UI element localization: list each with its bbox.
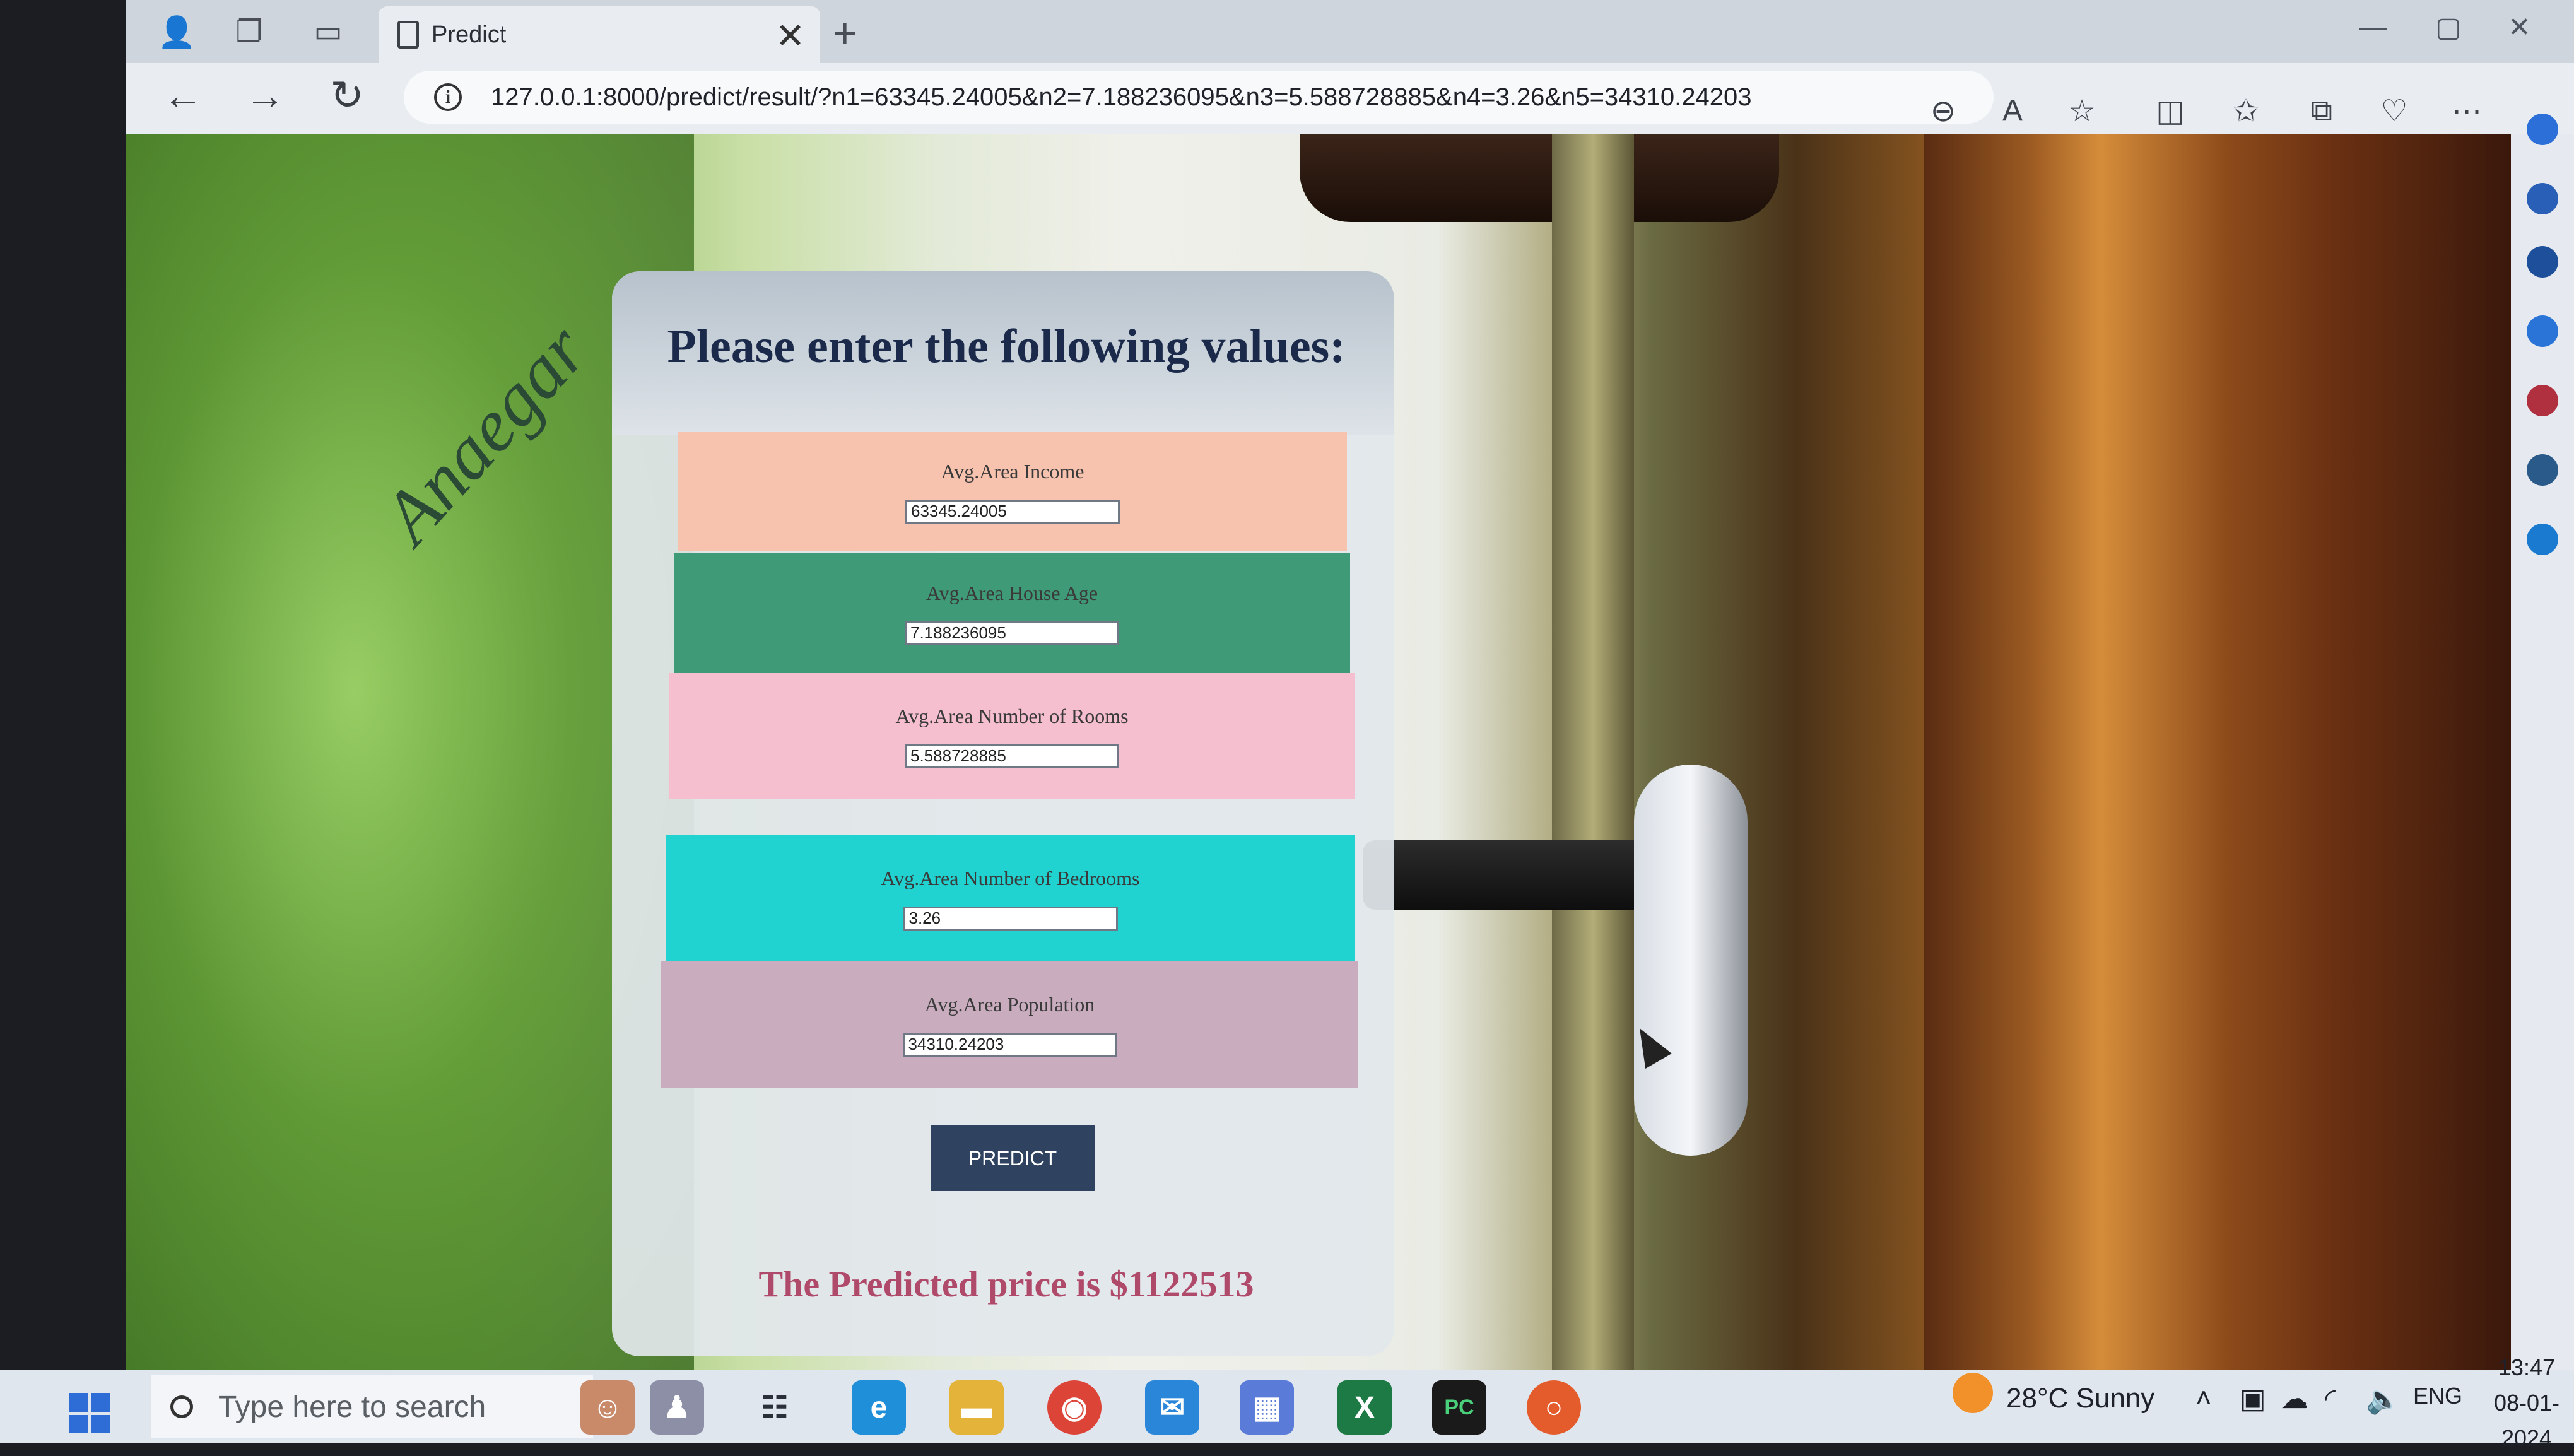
field-label: Avg.Area House Age <box>926 581 1098 604</box>
widget-icon[interactable]: ♟ <box>650 1380 704 1435</box>
store-icon[interactable]: ▦ <box>1240 1380 1294 1435</box>
weather-sun-icon[interactable] <box>1953 1373 1993 1413</box>
task-view-icon[interactable]: ☷ <box>748 1380 802 1435</box>
clock-date: 08-01-2024 <box>2493 1390 2560 1451</box>
field-band: Avg.Area Number of Bedrooms <box>666 835 1355 961</box>
forward-icon[interactable]: → <box>237 67 293 124</box>
outlook-icon[interactable] <box>2527 524 2558 555</box>
background-door-frame <box>1552 134 1634 1370</box>
browser-essentials-icon[interactable]: ♡ <box>2375 93 2413 129</box>
page-viewport: Please enter the following values: Anaeg… <box>126 134 2511 1370</box>
field-label: Avg.Area Population <box>924 992 1095 1016</box>
pycharm-icon[interactable]: PC <box>1432 1380 1486 1435</box>
sidebar-search-icon[interactable] <box>2527 246 2558 278</box>
tab-title: Predict <box>432 21 507 48</box>
taskbar-search[interactable]: Type here to search <box>151 1375 593 1438</box>
workspaces-icon[interactable]: ❐ <box>230 13 268 50</box>
close-window-icon[interactable]: ✕ <box>2508 11 2531 44</box>
favorite-icon[interactable]: ☆ <box>2063 93 2101 129</box>
search-icon <box>170 1395 193 1418</box>
split-screen-icon[interactable]: ◫ <box>2151 93 2189 129</box>
field-input[interactable] <box>905 621 1119 645</box>
prediction-result: The Predicted price is $1122513 <box>758 1264 1254 1305</box>
volume-icon[interactable]: 🔈 <box>2366 1383 2401 1416</box>
cloud-icon[interactable]: ☁ <box>2281 1383 2308 1415</box>
field-label: Avg.Area Number of Rooms <box>895 704 1129 727</box>
zoom-out-icon[interactable]: ⊖ <box>1924 93 1962 129</box>
chevron-up-icon[interactable]: ˄ <box>2195 1383 2212 1414</box>
background-handle-plate <box>1634 765 1748 1156</box>
games-icon[interactable] <box>2527 454 2558 486</box>
read-aloud-icon[interactable]: A <box>1994 93 2031 128</box>
field-input[interactable] <box>905 744 1119 768</box>
search-highlight-icon[interactable]: ☺ <box>580 1380 635 1435</box>
profile-icon[interactable]: 👤 <box>158 13 196 50</box>
field-input[interactable] <box>903 906 1118 931</box>
background-wooden-door <box>1924 134 2511 1370</box>
tab-actions-icon[interactable]: ▭ <box>309 13 347 50</box>
tab-predict[interactable]: Predict ✕ <box>379 6 820 63</box>
field-band: Avg.Area House Age <box>674 553 1350 673</box>
url-text[interactable]: 127.0.0.1:8000/predict/result/?n1=63345.… <box>491 83 1752 112</box>
field-band: Avg.Area Number of Rooms <box>669 673 1355 799</box>
form-title: Please enter the following values: <box>667 320 1346 373</box>
page-icon <box>397 21 419 49</box>
refresh-icon[interactable]: ↻ <box>319 67 375 124</box>
favorites-icon[interactable]: ✩ <box>2227 93 2265 129</box>
maximize-icon[interactable]: ▢ <box>2435 11 2462 44</box>
more-icon[interactable]: ⋯ <box>2448 93 2486 129</box>
background-door-handle <box>1363 840 1653 910</box>
close-tab-icon[interactable]: ✕ <box>775 15 805 57</box>
language-indicator[interactable]: ENG <box>2413 1383 2462 1409</box>
mail-icon[interactable]: ✉ <box>1145 1380 1199 1435</box>
edge-browser-icon[interactable]: e <box>852 1380 906 1435</box>
background-lamp <box>1300 134 1779 222</box>
field-input[interactable] <box>902 1032 1117 1057</box>
excel-icon[interactable]: X <box>1337 1380 1392 1435</box>
field-input[interactable] <box>905 499 1120 524</box>
field-label: Avg.Area Income <box>941 459 1084 483</box>
collections-icon[interactable]: ⧉ <box>2303 93 2341 129</box>
address-bar[interactable]: i 127.0.0.1:8000/predict/result/?n1=6334… <box>404 71 1994 124</box>
tools-icon[interactable] <box>2527 385 2558 416</box>
field-label: Avg.Area Number of Bedrooms <box>881 866 1140 889</box>
search-placeholder[interactable]: Type here to search <box>218 1390 486 1424</box>
jupyter-icon[interactable]: ○ <box>1527 1380 1581 1435</box>
new-tab-icon[interactable]: + <box>833 9 857 57</box>
back-icon[interactable]: ← <box>155 67 211 124</box>
windows-start-icon[interactable] <box>69 1393 110 1433</box>
chrome-icon[interactable]: ◉ <box>1047 1380 1102 1435</box>
copilot-icon[interactable] <box>2527 114 2558 145</box>
meet-now-icon[interactable]: ▣ <box>2240 1383 2266 1415</box>
field-band: Avg.Area Income <box>678 432 1347 551</box>
site-info-icon[interactable]: i <box>434 83 462 111</box>
clock[interactable]: 13:47 08-01-2024 <box>2479 1350 2574 1456</box>
wifi-icon[interactable]: ◜ <box>2325 1383 2336 1415</box>
field-band: Avg.Area Population <box>661 961 1358 1088</box>
file-explorer-icon[interactable]: ▬ <box>949 1380 1004 1435</box>
weather-text[interactable]: 28°C Sunny <box>2006 1383 2154 1414</box>
minimize-icon[interactable]: — <box>2360 11 2387 43</box>
clock-time: 13:47 <box>2498 1354 2556 1380</box>
shopping-icon[interactable] <box>2527 315 2558 347</box>
notifications-icon[interactable] <box>2527 183 2558 214</box>
predict-button[interactable]: PREDICT <box>931 1125 1095 1191</box>
background-foliage <box>126 134 694 1370</box>
